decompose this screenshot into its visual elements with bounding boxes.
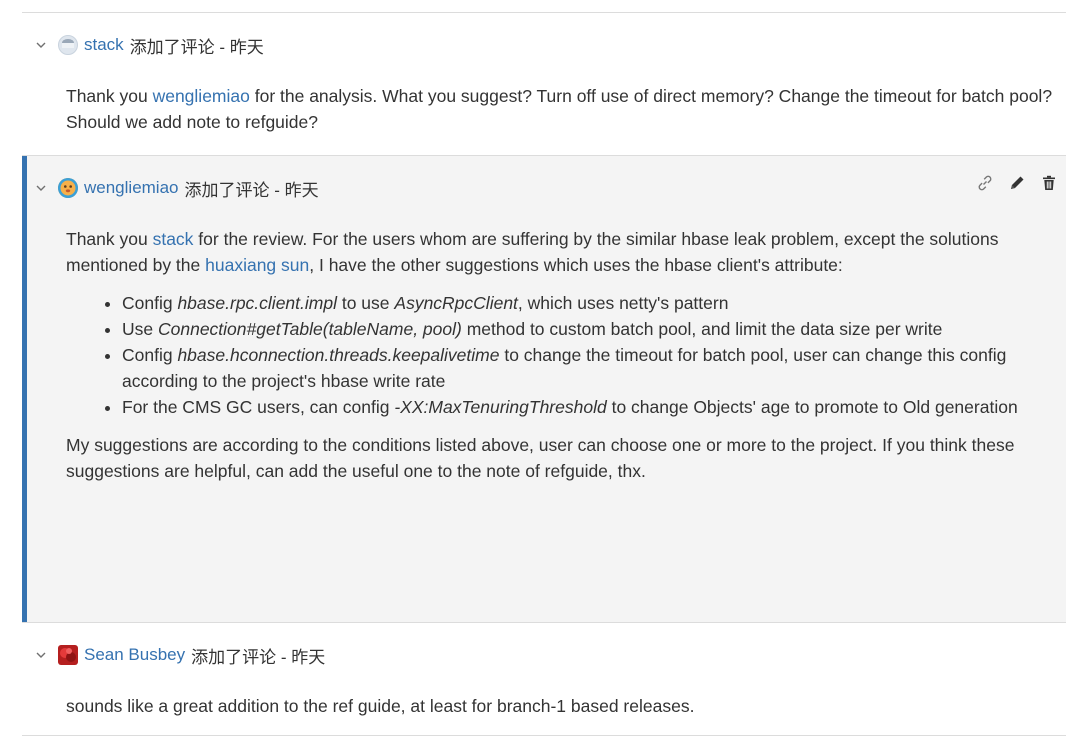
chevron-down-icon[interactable]	[34, 38, 48, 52]
comment-body: sounds like a great addition to the ref …	[66, 693, 1056, 719]
comment-sean-busbey: Sean Busbey 添加了评论 - 昨天 sounds like a gre…	[22, 623, 1066, 735]
divider	[22, 735, 1066, 736]
comment-text: Thank you wengliemiao for the analysis. …	[66, 86, 1053, 132]
suggestion-list: Config hbase.rpc.client.impl to use Asyn…	[66, 290, 1056, 420]
comment-meta: 添加了评论 - 昨天	[184, 180, 319, 200]
user-link-stack[interactable]: stack	[84, 35, 124, 55]
user-link-wengliemiao[interactable]: wengliemiao	[84, 178, 179, 198]
trash-icon[interactable]	[1040, 174, 1058, 192]
comment-header: Sean Busbey 添加了评论 - 昨天	[34, 641, 325, 669]
edit-icon[interactable]	[1008, 174, 1026, 192]
mention-link[interactable]: huaxiang sun	[205, 255, 309, 275]
list-item: Config hbase.hconnection.threads.keepali…	[122, 342, 1056, 394]
list-item: Config hbase.rpc.client.impl to use Asyn…	[122, 290, 1056, 316]
avatar	[58, 35, 78, 55]
comment-wengliemiao: wengliemiao 添加了评论 - 昨天 Thank you stack f…	[22, 156, 1066, 622]
comment-header: stack 添加了评论 - 昨天	[34, 31, 264, 59]
comment-intro: Thank you stack for the review. For the …	[66, 229, 999, 275]
comment-outro: My suggestions are according to the cond…	[66, 435, 1015, 481]
chevron-down-icon[interactable]	[34, 648, 48, 662]
avatar	[58, 645, 78, 665]
user-link-sean-busbey[interactable]: Sean Busbey	[84, 645, 185, 665]
comment-meta: 添加了评论 - 昨天	[191, 647, 326, 667]
link-icon[interactable]	[976, 174, 994, 192]
list-item: For the CMS GC users, can config -XX:Max…	[122, 394, 1056, 420]
chevron-down-icon[interactable]	[34, 181, 48, 195]
comment-body: Thank you stack for the review. For the …	[66, 226, 1056, 484]
avatar	[58, 178, 78, 198]
comment-actions	[976, 174, 1058, 192]
mention-link[interactable]: wengliemiao	[153, 86, 250, 106]
list-item: Use Connection#getTable(tableName, pool)…	[122, 316, 1056, 342]
comment-text: sounds like a great addition to the ref …	[66, 696, 695, 716]
comment-body: Thank you wengliemiao for the analysis. …	[66, 83, 1056, 135]
comment-stack: stack 添加了评论 - 昨天 Thank you wengliemiao f…	[22, 13, 1066, 155]
comment-meta: 添加了评论 - 昨天	[129, 37, 264, 57]
mention-link[interactable]: stack	[153, 229, 194, 249]
comment-header: wengliemiao 添加了评论 - 昨天	[34, 174, 319, 202]
